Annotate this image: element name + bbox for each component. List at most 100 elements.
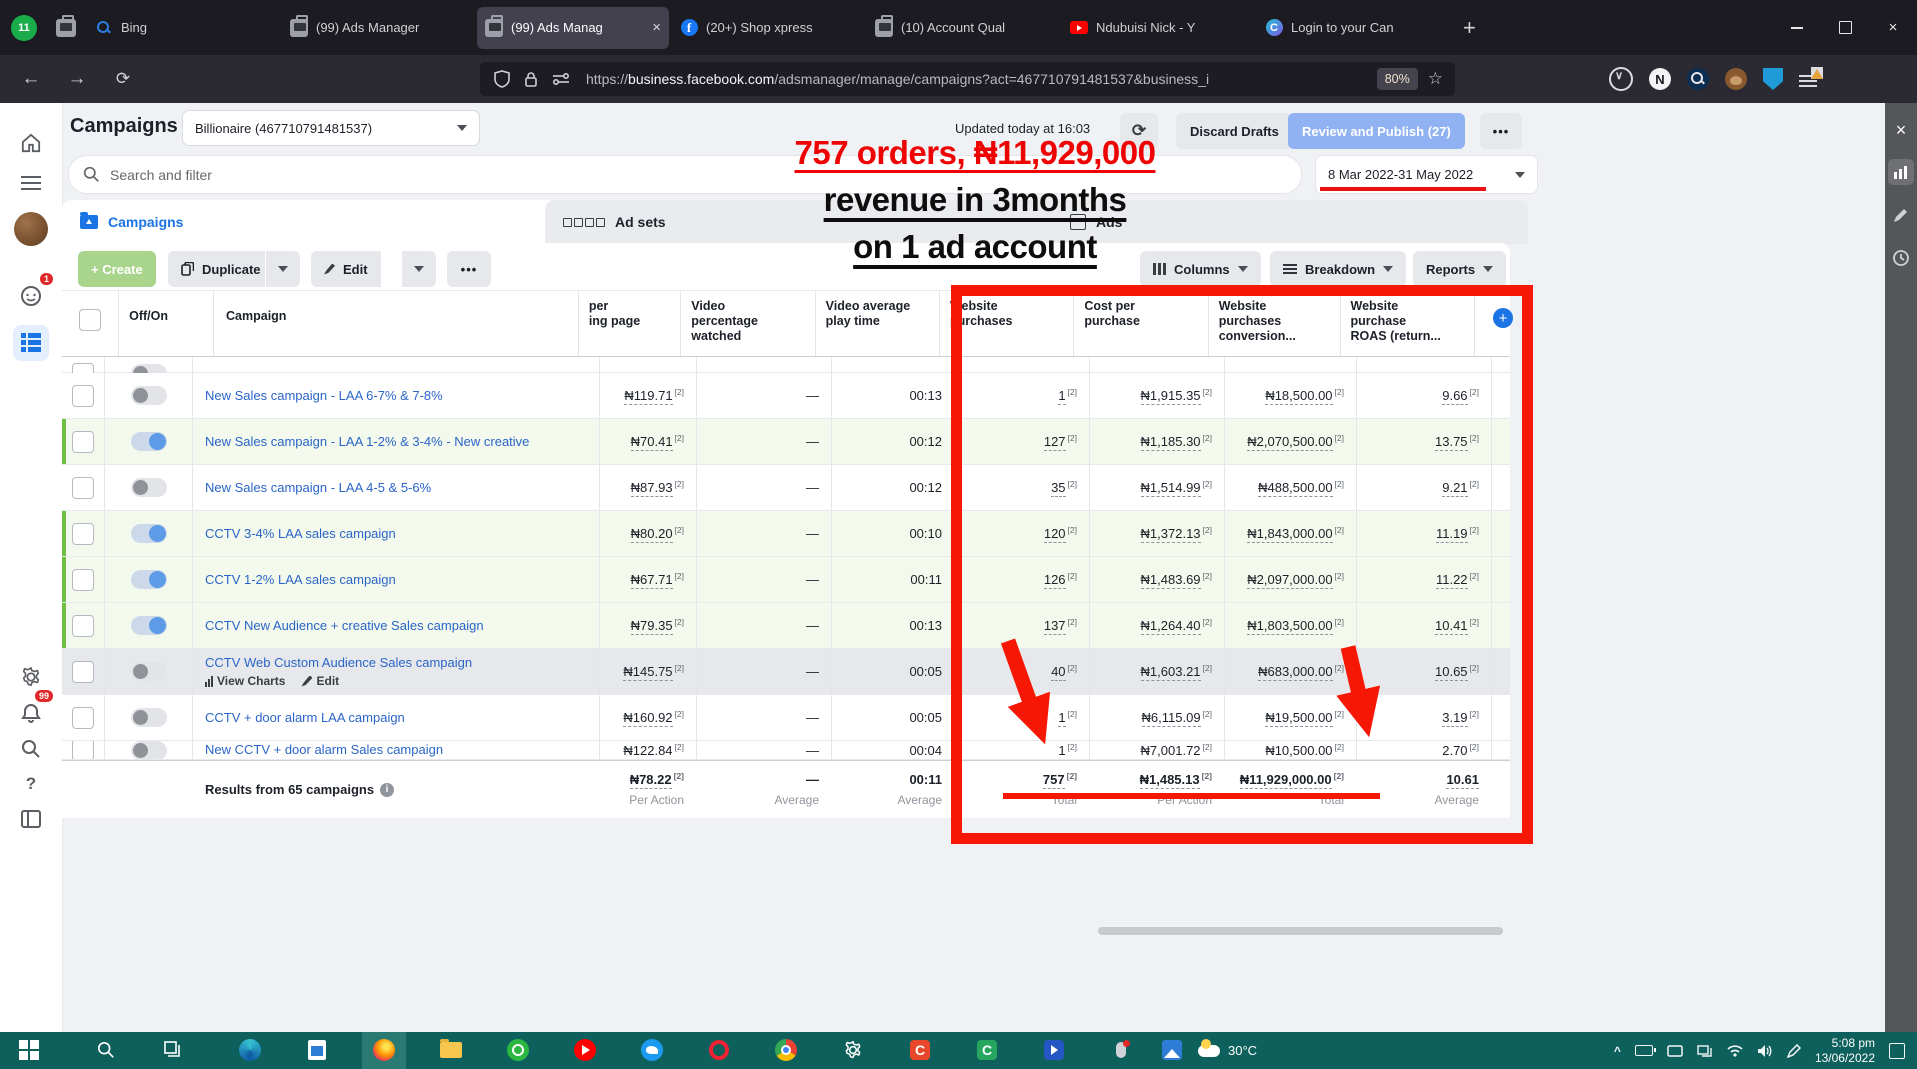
close-window-button[interactable]: × [1869, 0, 1917, 55]
settings-gear-icon[interactable] [841, 1038, 865, 1062]
row-checkbox[interactable] [72, 385, 94, 407]
campaign-toggle[interactable] [131, 386, 167, 405]
duplicate-button[interactable]: Duplicate [168, 251, 274, 287]
clipchamp-icon[interactable]: C [975, 1038, 999, 1062]
vpn-shield-icon[interactable] [1763, 68, 1783, 90]
pinned-tab[interactable] [48, 8, 84, 48]
voice-recorder-icon[interactable] [1109, 1038, 1133, 1062]
campaign-toggle[interactable] [131, 432, 167, 451]
ad-account-dropdown[interactable]: Billionaire (467710791481537) [182, 110, 480, 146]
tab-close-icon[interactable]: × [652, 19, 661, 36]
monkey-extension-icon[interactable] [1725, 68, 1747, 90]
youtube-icon[interactable] [573, 1038, 597, 1062]
row-checkbox[interactable] [72, 431, 94, 453]
search-extension-icon[interactable] [1687, 68, 1709, 90]
task-view-icon[interactable] [161, 1038, 185, 1062]
collapse-panel-icon[interactable] [13, 801, 49, 837]
col-video-percentage[interactable]: Video percentage watched [681, 291, 815, 356]
forward-button[interactable]: → [60, 68, 94, 90]
bookmark-star-icon[interactable]: ☆ [1428, 69, 1443, 89]
horizontal-scrollbar[interactable] [600, 926, 1510, 936]
campaign-toggle[interactable] [131, 478, 167, 497]
network-wifi-icon[interactable] [1727, 1044, 1743, 1057]
browser-tab-active[interactable]: (99) Ads Manag× [477, 7, 669, 49]
support-chat-icon[interactable]: 1 [13, 278, 49, 314]
url-bar[interactable]: https://business.facebook.com/adsmanager… [480, 62, 1455, 96]
browser-tab[interactable]: f(20+) Shop xpress [672, 7, 864, 49]
performance-chart-icon[interactable] [1888, 159, 1914, 185]
tab-campaigns[interactable]: Campaigns [62, 200, 558, 244]
row-checkbox[interactable] [72, 707, 94, 729]
help-icon[interactable]: ? [13, 766, 49, 802]
pen-icon[interactable] [1787, 1044, 1801, 1058]
campaign-link[interactable]: New Sales campaign - LAA 1-2% & 3-4% - N… [193, 434, 529, 450]
twitter-icon[interactable] [640, 1038, 664, 1062]
select-all-cell[interactable] [62, 291, 119, 356]
edge-icon[interactable] [238, 1038, 262, 1062]
col-video-avg-play-time[interactable]: Video average play time [816, 291, 940, 356]
browser-tab[interactable]: CLogin to your Can [1257, 7, 1449, 49]
duplicate-caret-button[interactable] [265, 251, 300, 287]
reload-button[interactable]: ⟳ [106, 69, 140, 89]
campaign-link[interactable]: New Sales campaign - LAA 4-5 & 5-6% [193, 480, 431, 496]
browser-menu-icon[interactable] [1799, 72, 1817, 86]
campaign-link[interactable]: CCTV Web Custom Audience Sales campaign [193, 655, 472, 671]
tablet-mode-icon[interactable] [1667, 1045, 1683, 1057]
chrome-icon[interactable] [774, 1038, 798, 1062]
photos-app-icon[interactable] [1160, 1038, 1184, 1062]
browser-tab[interactable]: (10) Account Qual [867, 7, 1059, 49]
campaign-link[interactable]: New CCTV + door alarm Sales campaign [193, 742, 443, 758]
row-checkbox[interactable] [72, 523, 94, 545]
start-button[interactable] [17, 1038, 41, 1062]
permissions-icon[interactable] [552, 72, 570, 86]
lock-icon[interactable] [524, 71, 538, 88]
campaign-toggle[interactable] [131, 524, 167, 543]
campaign-link[interactable]: CCTV 3-4% LAA sales campaign [193, 526, 396, 542]
edit-pencil-icon[interactable] [1888, 202, 1914, 228]
movies-app-icon[interactable] [1042, 1038, 1066, 1062]
tray-expand-caret[interactable]: ^ [1614, 1044, 1621, 1058]
campaign-link[interactable]: CCTV New Audience + creative Sales campa… [193, 618, 484, 634]
toolbar-more-button[interactable]: ••• [447, 251, 491, 287]
browser-tab[interactable]: Ndubuisi Nick - Y [1062, 7, 1254, 49]
camtasia-icon[interactable]: C [908, 1038, 932, 1062]
tracking-shield-icon[interactable] [494, 70, 510, 88]
virtual-desktop-icon[interactable] [1697, 1045, 1713, 1057]
campaign-link[interactable]: CCTV 1-2% LAA sales campaign [193, 572, 396, 588]
campaign-link[interactable]: CCTV + door alarm LAA campaign [193, 710, 405, 726]
minimize-button[interactable] [1773, 0, 1821, 55]
url-text[interactable]: https://business.facebook.com/adsmanager… [586, 71, 1377, 87]
file-explorer-icon[interactable] [439, 1038, 463, 1062]
taskbar-search-icon[interactable] [94, 1038, 118, 1062]
volume-icon[interactable] [1757, 1044, 1773, 1058]
back-button[interactable]: ← [14, 68, 48, 90]
weather-widget[interactable]: 30°C [1198, 1032, 1257, 1069]
browser-tab[interactable]: Bing [87, 7, 279, 49]
account-avatar[interactable]: N [1649, 68, 1671, 90]
campaigns-table-icon[interactable] [13, 325, 49, 361]
opera-icon[interactable] [707, 1038, 731, 1062]
campaign-toggle[interactable] [131, 662, 167, 681]
notification-center-icon[interactable] [1889, 1043, 1905, 1059]
firefox-icon[interactable] [372, 1038, 396, 1062]
view-charts-button[interactable]: View Charts [205, 674, 285, 688]
home-icon[interactable] [13, 125, 49, 161]
campaign-toggle[interactable] [131, 616, 167, 635]
row-checkbox[interactable] [72, 661, 94, 683]
edit-caret-button[interactable] [401, 251, 436, 287]
row-checkbox[interactable] [72, 615, 94, 637]
edit-button[interactable]: Edit [311, 251, 381, 287]
row-checkbox[interactable] [72, 741, 94, 760]
reports-button[interactable]: Reports [1413, 251, 1506, 287]
row-checkbox[interactable] [72, 569, 94, 591]
col-cost-per-landing-page[interactable]: per ing page [579, 291, 681, 356]
campaign-toggle[interactable] [131, 741, 167, 760]
history-clock-icon[interactable] [1888, 245, 1914, 271]
pocket-icon[interactable] [1609, 67, 1633, 91]
battery-icon[interactable] [1635, 1045, 1653, 1056]
close-panel-icon[interactable]: × [1888, 117, 1914, 143]
maximize-button[interactable] [1821, 0, 1869, 55]
col-campaign[interactable]: Campaign [214, 291, 579, 356]
scrollbar-thumb[interactable] [1098, 927, 1503, 935]
campaign-toggle[interactable] [131, 708, 167, 727]
